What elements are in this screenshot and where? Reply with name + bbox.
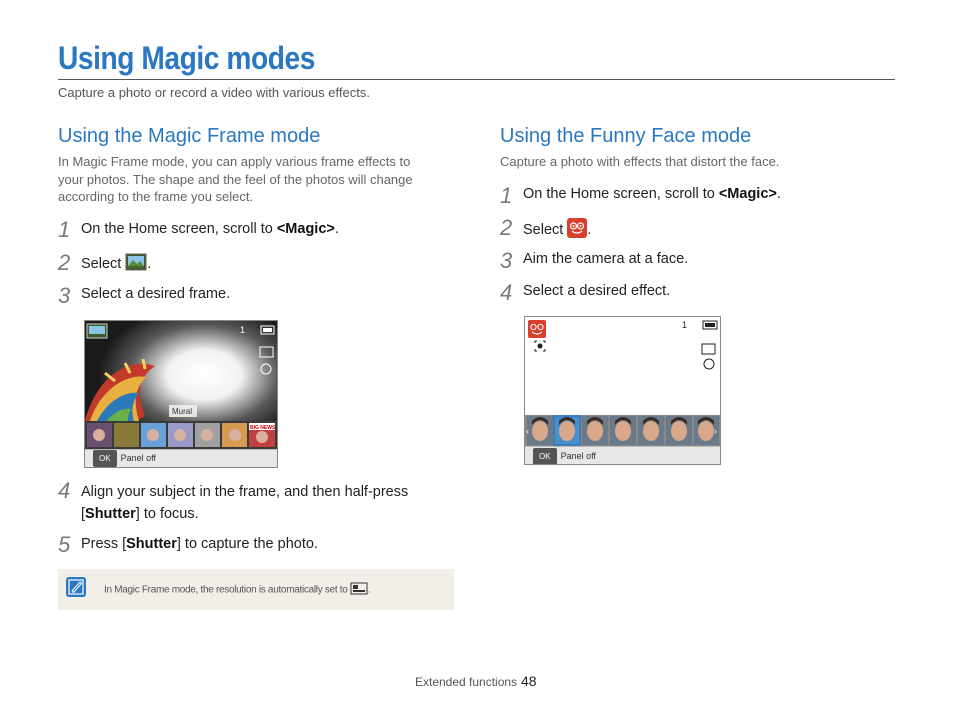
step-text: Select a desired effect. [523, 283, 671, 299]
magic-frame-screen: 1 Mural BIG NEWS OK Panel off [84, 320, 278, 468]
step-text-part: On the Home screen, scroll to [81, 221, 277, 237]
shutter-keyword: Shutter [85, 506, 136, 522]
magic-keyword: <Magic> [276, 221, 335, 237]
step-text-part: ] to focus. [135, 506, 199, 522]
panel-bar[interactable]: OK Panel off [525, 446, 720, 464]
step-number: 2 [500, 215, 513, 240]
ok-button[interactable]: OK [533, 448, 557, 464]
step-text-part: Press [ [81, 536, 127, 552]
step-text-part: . [587, 221, 592, 238]
left-intro-line: your photos. The shape and the feel of t… [58, 171, 413, 187]
step-text: On the Home screen, scroll to <Magic>. [81, 221, 339, 237]
footer-section: Extended functions [415, 675, 518, 689]
step-text-part: Select [523, 221, 568, 238]
chevron-right-icon[interactable]: › [714, 426, 717, 436]
step-text: Select . [81, 253, 151, 275]
thumb-text: BIG NEWS [250, 425, 276, 431]
left-heading: Using the Magic Frame mode [58, 125, 321, 147]
page-number: 48 [521, 673, 537, 689]
note-box: In Magic Frame mode, the resolution is a… [58, 569, 454, 610]
step-text: Align your subject in the frame, and the… [81, 481, 408, 525]
step-text-part: . [147, 255, 152, 272]
step-text-part: . [776, 186, 781, 202]
right-intro: Capture a photo with effects that distor… [500, 154, 780, 169]
step-number: 3 [58, 283, 71, 308]
step-text-part: On the Home screen, scroll to [523, 186, 719, 202]
step-number: 4 [58, 478, 71, 503]
funny-face-screen: 1 ‹ › OK Panel off [524, 316, 721, 465]
step-number: 4 [500, 280, 513, 305]
ok-button[interactable]: OK [93, 450, 117, 467]
left-intro: In Magic Frame mode, you can apply vario… [58, 153, 413, 206]
page-subtitle: Capture a photo or record a video with v… [58, 85, 370, 100]
step-text: Aim the camera at a face. [523, 251, 689, 267]
note-text-part: In Magic Frame mode, the resolution is a… [104, 584, 351, 596]
panel-bar[interactable]: OK Panel off [85, 449, 277, 467]
shot-count: 1 [240, 325, 245, 335]
left-intro-line: according to the frame you select. [58, 189, 254, 204]
step-number: 3 [500, 248, 513, 273]
step-number: 1 [58, 217, 71, 242]
chevron-left-icon[interactable]: ‹ [526, 426, 529, 436]
shutter-keyword: Shutter [126, 536, 177, 552]
left-intro-line: In Magic Frame mode, you can apply vario… [58, 154, 411, 169]
frame-label: Mural [172, 407, 192, 416]
magic-frame-preview: 1 Mural BIG NEWS [85, 321, 277, 449]
resolution-icon [350, 582, 368, 598]
panel-off-label: Panel off [120, 453, 156, 463]
step-text: Select a desired frame. [81, 286, 231, 302]
step-text: On the Home screen, scroll to <Magic>. [523, 186, 781, 202]
magic-frame-icon [125, 253, 147, 275]
panel-off-label: Panel off [560, 451, 596, 461]
step-number: 5 [58, 532, 71, 557]
magic-keyword: <Magic> [718, 186, 777, 202]
step-number: 2 [58, 250, 71, 275]
note-text: In Magic Frame mode, the resolution is a… [104, 582, 371, 598]
funny-face-icon [567, 218, 588, 242]
step-text-line: Align your subject in the frame, and the… [81, 484, 409, 500]
step-text: Press [Shutter] to capture the photo. [81, 536, 318, 552]
funny-face-preview: 1 ‹ › [525, 317, 720, 446]
title-rule [58, 79, 895, 80]
right-heading: Using the Funny Face mode [500, 125, 752, 147]
step-text: Select . [523, 218, 591, 242]
step-number: 1 [500, 183, 513, 208]
page-title: Using Magic modes [58, 40, 315, 76]
step-text-part: Select [81, 255, 126, 272]
step-text-line: [Shutter] to focus. [81, 503, 408, 525]
shot-count: 1 [682, 320, 687, 330]
note-text-part: . [368, 584, 371, 596]
step-text-part: ] to capture the photo. [176, 536, 318, 552]
note-icon [66, 577, 86, 597]
step-text-part: . [334, 221, 339, 237]
